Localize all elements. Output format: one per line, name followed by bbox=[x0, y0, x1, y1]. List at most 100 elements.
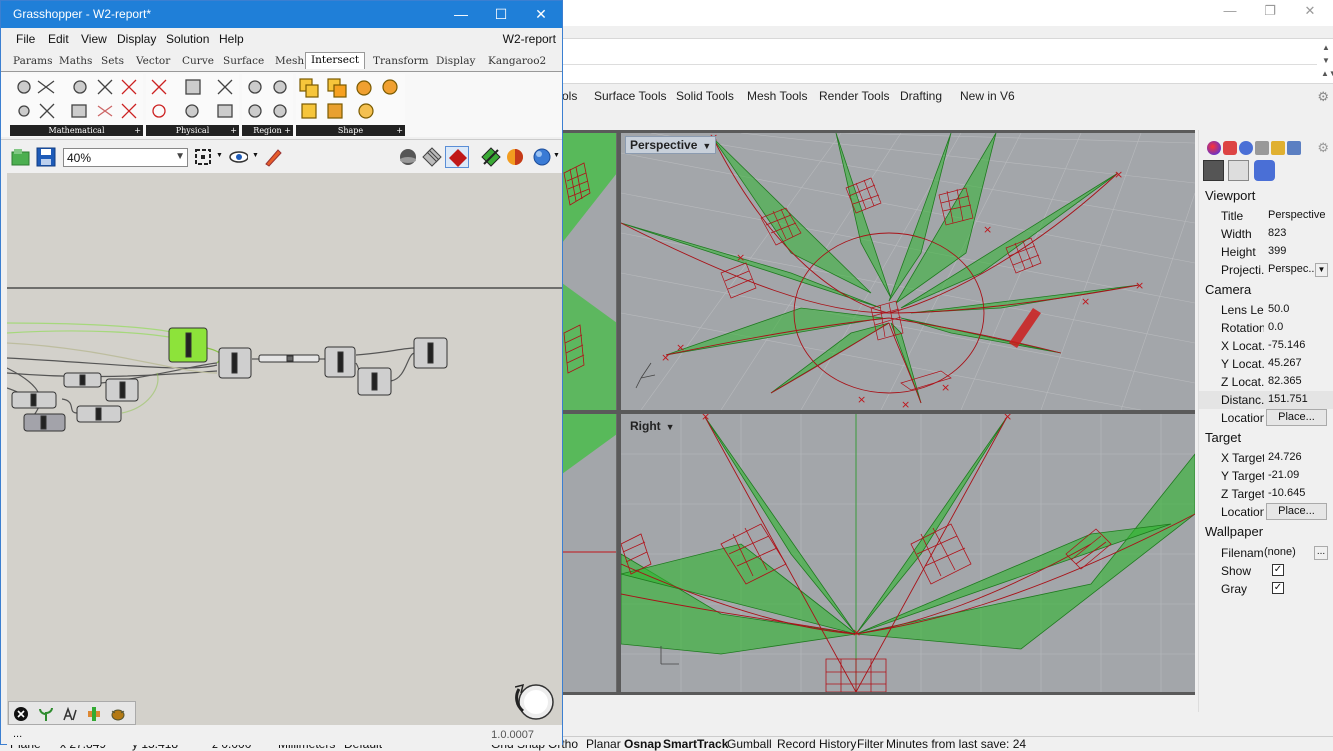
record-history-toggle[interactable]: Record History bbox=[777, 737, 856, 751]
tab-display[interactable]: Display bbox=[436, 55, 475, 67]
tab-maths[interactable]: Maths bbox=[59, 55, 92, 67]
viewport-front-partial[interactable] bbox=[562, 414, 617, 692]
planar-toggle[interactable]: Planar bbox=[586, 737, 621, 751]
x-location-field[interactable]: -75.146 bbox=[1268, 339, 1328, 351]
cluster-icon[interactable] bbox=[86, 706, 102, 722]
chevron-down-icon[interactable]: ▼ bbox=[553, 152, 560, 159]
tab-vector[interactable]: Vector bbox=[136, 55, 170, 67]
shaded-preview-icon[interactable] bbox=[445, 146, 469, 168]
sketch-pen-icon[interactable] bbox=[263, 147, 283, 167]
viewport-right[interactable]: × × × Right ▼ bbox=[621, 414, 1195, 692]
wireframe-preview-icon[interactable] bbox=[422, 147, 442, 167]
show-checkbox[interactable]: ✓ bbox=[1272, 564, 1284, 576]
viewport-title-perspective[interactable]: Perspective ▼ bbox=[625, 136, 717, 154]
rhino-maximize-button[interactable]: ❐ bbox=[1260, 3, 1280, 19]
viewport-perspective[interactable]: ××× ××× ××× ×× Perspective▼ bbox=[621, 133, 1195, 410]
chevron-down-icon[interactable]: ▼ bbox=[702, 141, 711, 151]
menu-display[interactable]: Display bbox=[117, 32, 156, 46]
menu-edit[interactable]: Edit bbox=[48, 32, 69, 46]
tab-drafting[interactable]: Drafting bbox=[900, 89, 942, 103]
open-file-icon[interactable] bbox=[11, 147, 31, 167]
z-target-field[interactable]: -10.645 bbox=[1268, 487, 1328, 499]
tab-new-in-v6[interactable]: New in V6 bbox=[960, 89, 1015, 103]
lens-length-field[interactable]: 50.0 bbox=[1268, 303, 1328, 315]
color-wheel-icon[interactable] bbox=[1207, 141, 1221, 155]
target-place-button[interactable]: Place... bbox=[1266, 503, 1327, 520]
minimize-button[interactable]: — bbox=[451, 6, 471, 22]
command-scrollbar[interactable]: ▲ ▼ ▲▼ bbox=[1321, 41, 1333, 83]
camera-place-button[interactable]: Place... bbox=[1266, 409, 1327, 426]
grasshopper-titlebar[interactable]: Grasshopper - W2-report* — ☐ ✕ bbox=[1, 1, 562, 28]
viewport-top-partial[interactable] bbox=[562, 133, 617, 410]
y-location-field[interactable]: 45.267 bbox=[1268, 357, 1328, 369]
bug-icon[interactable] bbox=[110, 706, 126, 722]
maximize-button[interactable]: ☐ bbox=[491, 6, 511, 23]
chevron-down-icon[interactable]: ▼ bbox=[1315, 263, 1328, 277]
filter-toggle[interactable]: Filter bbox=[857, 737, 884, 751]
tab-mesh[interactable]: Mesh bbox=[275, 55, 304, 67]
document-name[interactable]: W2-report bbox=[503, 32, 556, 46]
command-history[interactable]: ▲ ▼ ▲▼ bbox=[562, 38, 1333, 84]
title-field[interactable]: Perspective bbox=[1268, 209, 1328, 221]
rhino-minimize-button[interactable]: — bbox=[1220, 3, 1240, 19]
named-views-icon[interactable] bbox=[1254, 160, 1275, 181]
eye-icon[interactable] bbox=[228, 147, 248, 167]
selected-only-preview-icon[interactable] bbox=[481, 147, 501, 167]
osnap-toggle[interactable]: Osnap bbox=[624, 737, 661, 751]
gear-icon[interactable]: ⚙ bbox=[1317, 140, 1329, 156]
tab-render-tools[interactable]: Render Tools bbox=[819, 89, 890, 103]
tab-kangaroo2[interactable]: Kangaroo2 bbox=[488, 55, 546, 67]
tab-tools-partial[interactable]: ols bbox=[562, 89, 577, 103]
x-target-field[interactable]: 24.726 bbox=[1268, 451, 1328, 463]
object-properties-icon[interactable] bbox=[1239, 141, 1253, 155]
gear-icon[interactable]: ⚙ bbox=[1317, 89, 1329, 105]
y-target-field[interactable]: -21.09 bbox=[1268, 469, 1328, 481]
rhino-close-button[interactable]: ✕ bbox=[1300, 3, 1320, 19]
width-field[interactable]: 823 bbox=[1268, 227, 1328, 239]
markup-icon[interactable] bbox=[62, 706, 78, 722]
close-button[interactable]: ✕ bbox=[531, 6, 551, 23]
sprout-icon[interactable] bbox=[38, 706, 54, 722]
navigation-dial-icon[interactable] bbox=[515, 681, 555, 721]
gray-checkbox[interactable]: ✓ bbox=[1272, 582, 1284, 594]
menu-help[interactable]: Help bbox=[219, 32, 244, 46]
menu-solution[interactable]: Solution bbox=[166, 32, 209, 46]
tab-solid-tools[interactable]: Solid Tools bbox=[676, 89, 734, 103]
chevron-down-icon[interactable]: ▼ bbox=[252, 152, 259, 159]
gumball-toggle[interactable]: Gumball bbox=[727, 737, 772, 751]
material-icon[interactable] bbox=[1223, 141, 1237, 155]
smarttrack-toggle[interactable]: SmartTrack bbox=[663, 737, 728, 751]
close-icon[interactable] bbox=[13, 706, 29, 722]
tab-mesh-tools[interactable]: Mesh Tools bbox=[747, 89, 807, 103]
z-location-field[interactable]: 82.365 bbox=[1268, 375, 1328, 387]
camera-icon[interactable] bbox=[1203, 160, 1224, 181]
material-preview-icon[interactable] bbox=[505, 147, 525, 167]
help-icon[interactable] bbox=[1287, 141, 1301, 155]
folder-icon[interactable] bbox=[1271, 141, 1285, 155]
projection-select[interactable]: Perspec... bbox=[1268, 263, 1316, 275]
zoom-extents-icon[interactable] bbox=[193, 147, 213, 167]
menu-file[interactable]: File bbox=[16, 32, 35, 46]
display-mode-icon[interactable] bbox=[1255, 141, 1269, 155]
tab-intersect[interactable]: Intersect bbox=[305, 52, 366, 69]
preview-off-icon[interactable] bbox=[398, 147, 418, 167]
chevron-down-icon[interactable]: ▼ bbox=[175, 151, 185, 162]
tab-transform[interactable]: Transform bbox=[373, 55, 429, 67]
tab-params[interactable]: Params bbox=[13, 55, 52, 67]
menu-view[interactable]: View bbox=[81, 32, 107, 46]
browse-wallpaper-button[interactable]: ... bbox=[1314, 546, 1328, 560]
sphere-preview-icon[interactable] bbox=[532, 147, 552, 167]
grasshopper-canvas[interactable] bbox=[7, 173, 562, 725]
viewport-frame-icon[interactable] bbox=[1228, 160, 1249, 181]
save-icon[interactable] bbox=[36, 147, 56, 167]
zoom-select[interactable]: 40% ▼ bbox=[63, 148, 188, 167]
height-field[interactable]: 399 bbox=[1268, 245, 1328, 257]
chevron-down-icon[interactable]: ▼ bbox=[216, 152, 223, 159]
chevron-down-icon[interactable]: ▼ bbox=[666, 422, 675, 432]
viewport-title-right[interactable]: Right ▼ bbox=[625, 417, 680, 435]
tab-sets[interactable]: Sets bbox=[101, 55, 124, 67]
tab-surface-tools[interactable]: Surface Tools bbox=[594, 89, 667, 103]
tab-surface[interactable]: Surface bbox=[223, 55, 264, 67]
rotation-field[interactable]: 0.0 bbox=[1268, 321, 1328, 333]
distance-field[interactable]: 151.751 bbox=[1268, 393, 1328, 405]
